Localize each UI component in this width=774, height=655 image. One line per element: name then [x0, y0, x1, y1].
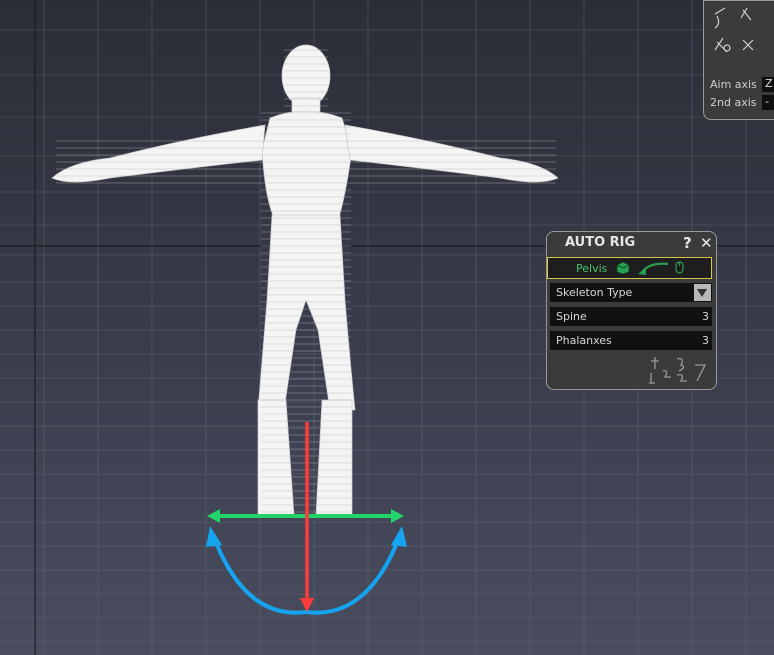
phalanxes-value[interactable]: 3 — [702, 334, 709, 347]
pick-arrow-icon — [638, 262, 669, 275]
rig-steps-icon[interactable] — [647, 355, 711, 385]
phalanxes-label: Phalanxes — [556, 334, 612, 347]
mouse-icon — [675, 261, 684, 274]
skeleton-type-dropdown[interactable]: Skeleton Type — [550, 283, 712, 302]
spine-label: Spine — [556, 310, 587, 323]
spine-value[interactable]: 3 — [702, 310, 709, 323]
auto-rig-panel: AUTO RIG ? ✕ Pelvis Skeleton Type Spine … — [546, 231, 717, 390]
pelvis-label: Pelvis — [576, 262, 608, 275]
aim-axis-panel: Aim axis Z 2nd axis - — [703, 0, 774, 120]
move-axis-y-arrow-left — [207, 509, 220, 523]
aim-axis-label: Aim axis — [710, 78, 757, 91]
skeleton-type-label: Skeleton Type — [556, 286, 633, 299]
spine-field[interactable]: Spine 3 — [550, 307, 712, 326]
help-button[interactable]: ? — [683, 234, 692, 252]
aim-axis-field[interactable]: Z — [762, 77, 774, 92]
rotate-arrow-right — [391, 526, 407, 547]
panel-title: AUTO RIG — [565, 235, 636, 250]
phalanxes-field[interactable]: Phalanxes 3 — [550, 331, 712, 350]
cube-icon — [616, 261, 630, 275]
second-axis-field[interactable]: - — [762, 95, 774, 110]
move-axis-y-arrow-right — [391, 509, 404, 523]
second-axis-label: 2nd axis — [710, 96, 757, 109]
close-button[interactable]: ✕ — [700, 234, 713, 252]
chevron-down-icon[interactable] — [694, 284, 711, 301]
move-axis-x-arrow — [300, 598, 314, 612]
pelvis-picker[interactable]: Pelvis — [547, 257, 712, 279]
joint-orient-icons[interactable] — [707, 4, 774, 74]
rotate-arrow-left — [206, 526, 222, 547]
character-mesh[interactable] — [51, 44, 559, 516]
